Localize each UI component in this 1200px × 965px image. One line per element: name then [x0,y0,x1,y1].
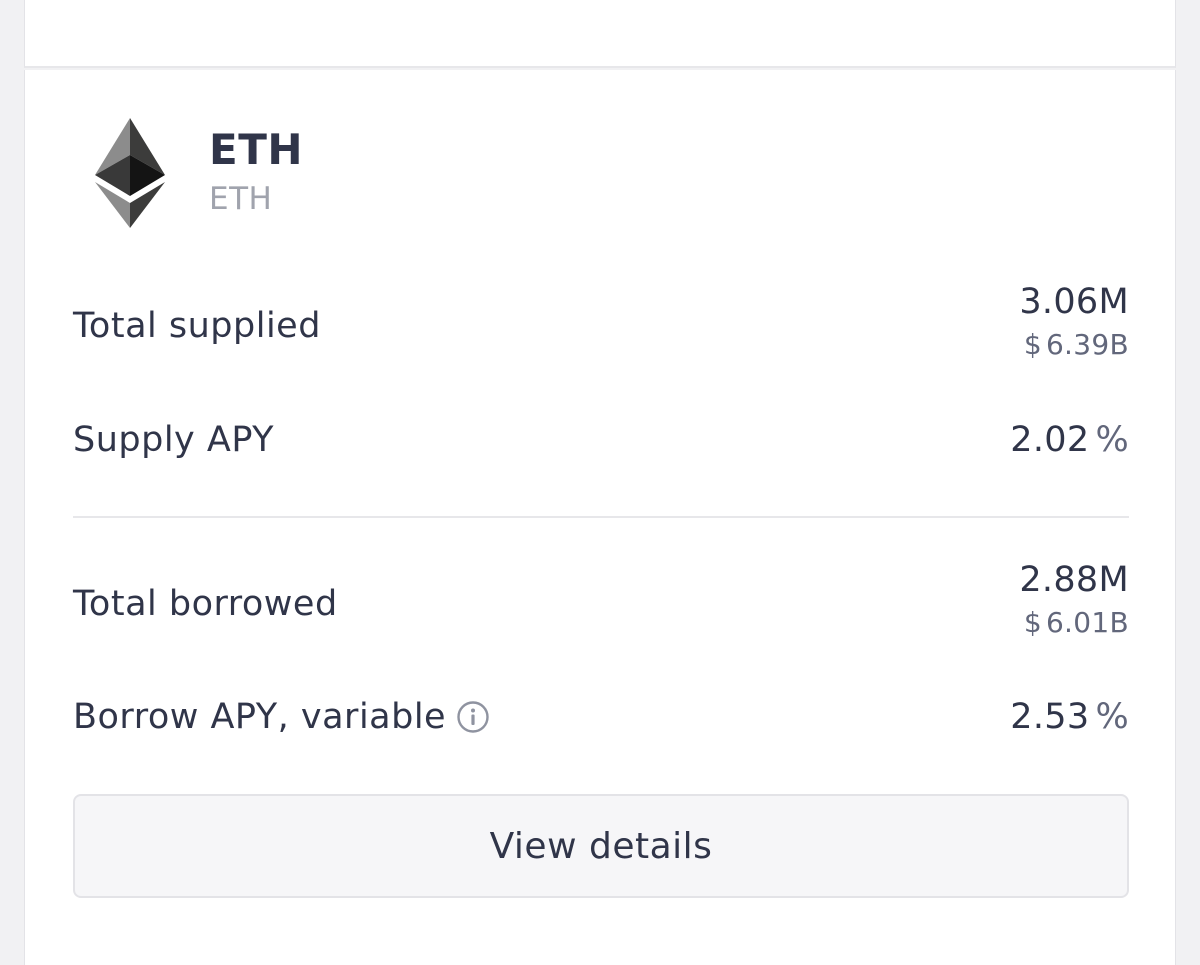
total-borrowed-value: 2.88M $6.01B [1019,560,1129,640]
asset-name: ETH [209,125,303,174]
total-supplied-usd-amount: 6.39B [1045,328,1129,361]
dollar-sign: $ [1023,328,1042,361]
view-details-button[interactable]: View details [73,794,1129,898]
asset-header: ETH ETH [95,118,303,228]
total-borrowed-amount: 2.88M [1019,560,1129,600]
ethereum-icon [95,118,165,228]
view-details-label: View details [489,825,713,867]
info-icon[interactable] [456,700,490,734]
borrow-apy-row: Borrow APY, variable 2.53% [73,697,1129,741]
percent-sign: % [1095,420,1129,460]
dollar-sign: $ [1023,606,1042,639]
total-supplied-value: 3.06M $6.39B [1019,282,1129,362]
asset-names: ETH ETH [209,124,303,220]
total-borrowed-label: Total borrowed [73,584,338,624]
total-supplied-amount: 3.06M [1019,282,1129,322]
total-borrowed-row: Total borrowed 2.88M $6.01B [73,560,1129,650]
total-borrowed-usd: $6.01B [1019,606,1129,640]
supply-apy-value: 2.02% [1010,420,1129,460]
supply-apy-row: Supply APY 2.02% [73,420,1129,464]
section-divider [73,516,1129,518]
borrow-apy-label: Borrow APY, variable [73,697,490,737]
percent-sign: % [1095,697,1129,737]
borrow-apy-number: 2.53 [1010,697,1090,737]
total-supplied-row: Total supplied 3.06M $6.39B [73,282,1129,372]
asset-card: ETH ETH Total supplied 3.06M $6.39B Supp… [24,70,1176,965]
total-supplied-label: Total supplied [73,306,321,346]
total-borrowed-usd-amount: 6.01B [1045,606,1129,639]
borrow-apy-label-text: Borrow APY, variable [73,697,447,737]
borrow-apy-value: 2.53% [1010,697,1129,737]
asset-symbol: ETH [209,181,273,217]
total-supplied-usd: $6.39B [1019,328,1129,362]
previous-asset-card [24,0,1176,68]
supply-apy-label: Supply APY [73,420,275,460]
supply-apy-number: 2.02 [1010,420,1090,460]
page: ETH ETH Total supplied 3.06M $6.39B Supp… [0,0,1200,965]
